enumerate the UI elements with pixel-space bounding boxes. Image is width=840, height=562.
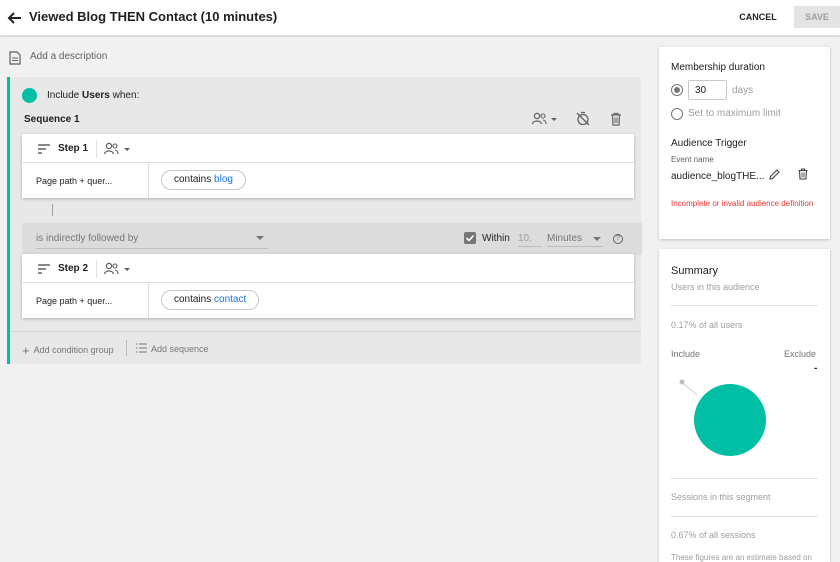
step-2-condition: Page path + quer... contains contact (22, 283, 634, 318)
field-separator (148, 163, 149, 198)
summary-divider (671, 478, 818, 479)
summary-divider (671, 516, 818, 517)
within-unit-select[interactable]: Minutes (547, 231, 603, 247)
include-suffix: when: (112, 90, 140, 101)
summary-title: Summary (671, 265, 719, 277)
document-icon (9, 51, 21, 65)
people-dropdown-icon[interactable] (104, 142, 134, 156)
chip-value: blog (214, 174, 233, 185)
include-slice (694, 384, 766, 456)
trigger-error: Incomplete or invalid audience definitio… (671, 199, 814, 208)
exclude-leader-line (683, 383, 698, 396)
step-1-condition: Page path + quer... contains blog (22, 163, 634, 198)
step-divider (96, 140, 97, 158)
description-input[interactable]: Add a description (30, 51, 107, 62)
step-2-condition-chip[interactable]: contains contact (161, 290, 260, 310)
delete-trigger-icon[interactable] (798, 168, 808, 180)
chip-value: contact (214, 294, 247, 305)
step-1-header: Step 1 (22, 134, 634, 163)
top-bar: Viewed Blog THEN Contact (10 minutes) CA… (0, 0, 840, 36)
max-limit-radio[interactable] (671, 108, 683, 120)
step-1-label: Step 1 (58, 143, 89, 154)
condition-group: Include Users when: Sequence 1 Step 1 Pa… (7, 77, 642, 364)
step-2-dimension[interactable]: Page path + quer... (36, 296, 112, 306)
duration-radio[interactable] (671, 84, 683, 96)
help-icon[interactable]: ? (613, 234, 623, 244)
field-separator (148, 283, 149, 318)
add-condition-group-label: Add condition group (33, 345, 114, 355)
step-1-card: Step 1 Page path + quer... contains blog (22, 134, 634, 198)
followed-by-value: is indirectly followed by (36, 233, 139, 244)
sort-icon[interactable] (38, 264, 50, 274)
dropdown-arrow-icon (593, 237, 601, 241)
include-legend: Include (671, 349, 701, 359)
sort-icon[interactable] (38, 144, 50, 154)
summary-divider (671, 305, 818, 306)
exclude-value: - (814, 363, 818, 374)
summary-footnote: These figures are an estimate based on (671, 553, 812, 562)
membership-title: Membership duration (671, 62, 765, 73)
include-prefix: Include (47, 90, 80, 101)
chip-operator: contains (174, 174, 212, 185)
summary-card: Summary Users in this audience 0.17% of … (659, 249, 830, 562)
within-value-input[interactable]: 10. (518, 231, 542, 247)
footer-divider (126, 340, 127, 356)
include-scope[interactable]: Users (82, 90, 110, 101)
users-percent: 0.17% of all users (671, 320, 743, 330)
add-sequence-button[interactable]: Add sequence (136, 343, 209, 354)
duration-unit: days (732, 85, 754, 96)
exclude-slice-marker (679, 379, 685, 385)
step-2-card: Step 2 Page path + quer... contains cont… (22, 254, 634, 318)
save-button[interactable]: SAVE (794, 6, 840, 28)
cancel-button[interactable]: CANCEL (732, 6, 784, 28)
delete-sequence-icon[interactable] (610, 112, 622, 126)
within-unit-value: Minutes (547, 233, 583, 244)
max-limit-label: Set to maximum limit (688, 108, 781, 119)
plus-icon: + (22, 343, 30, 358)
followed-by-select[interactable]: is indirectly followed by (36, 233, 268, 249)
add-sequence-label: Add sequence (151, 344, 209, 354)
sessions-label: Sessions in this segment (671, 492, 771, 502)
duration-input[interactable]: 30 (688, 80, 727, 100)
users-label: Users in this audience (671, 282, 760, 292)
dropdown-arrow-icon (256, 236, 264, 240)
sequence-title: Sequence 1 (24, 114, 80, 125)
trigger-title: Audience Trigger (671, 138, 747, 149)
step-2-header: Step 2 (22, 254, 634, 283)
event-name-label: Event name (671, 155, 714, 164)
step-connector (52, 204, 53, 216)
within-checkbox[interactable] (464, 232, 476, 244)
edit-pencil-icon[interactable] (769, 169, 780, 180)
step-1-condition-chip[interactable]: contains blog (161, 170, 246, 190)
settings-card: Membership duration 30 days Set to maxim… (659, 47, 830, 239)
followed-by-row: is indirectly followed by Within 10. Min… (22, 223, 642, 255)
chip-operator: contains (174, 294, 212, 305)
sessions-percent: 0.67% of all sessions (671, 530, 756, 540)
page-title: Viewed Blog THEN Contact (10 minutes) (29, 9, 278, 24)
event-name-value: audience_blogTHE... (671, 171, 765, 182)
people-scope-dropdown-icon[interactable] (532, 112, 560, 126)
step-2-label: Step 2 (58, 263, 89, 274)
timer-off-icon[interactable] (576, 111, 590, 126)
include-statement: Include Users when: (47, 90, 139, 101)
exclude-legend: Exclude (784, 349, 817, 359)
include-toggle-dot[interactable] (22, 88, 37, 103)
add-sequence-icon (136, 343, 147, 353)
step-divider (96, 260, 97, 278)
people-dropdown-icon[interactable] (104, 262, 134, 276)
back-arrow-icon[interactable] (5, 8, 25, 28)
group-footer: + Add condition group Add sequence (10, 331, 641, 364)
add-condition-group-button[interactable]: + Add condition group (22, 343, 114, 358)
description-row[interactable]: Add a description (0, 37, 650, 75)
audience-pie-chart (679, 379, 766, 456)
step-1-dimension[interactable]: Page path + quer... (36, 176, 112, 186)
within-label: Within (482, 233, 510, 244)
